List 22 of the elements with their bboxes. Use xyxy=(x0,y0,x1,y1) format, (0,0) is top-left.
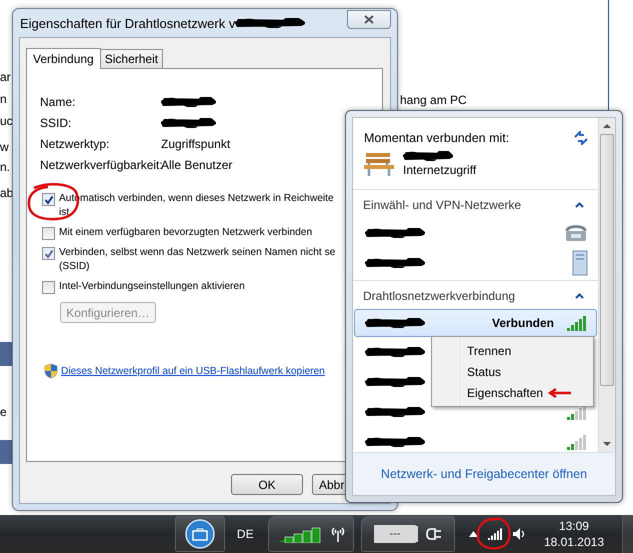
text-fragment: w xyxy=(0,140,9,154)
text-fragment: n xyxy=(0,92,7,106)
network-status: Verbunden xyxy=(492,316,554,330)
battery-indicator: --- xyxy=(374,525,416,543)
section-heading: Drahtlosnetzwerkverbindung xyxy=(363,289,516,303)
property-label: SSID: xyxy=(40,116,72,130)
window-title: Eigenschaften für Drahtlosnetzwerk v xyxy=(19,16,236,30)
text-fragment: hang am PC xyxy=(400,93,467,107)
property-label: Name: xyxy=(40,95,76,109)
connected-heading: Momentan verbunden mit: xyxy=(364,131,510,145)
checkbox-label: Intel-Verbindungseinstellungen aktivieren xyxy=(59,280,245,294)
text-fragment: ar xyxy=(0,70,11,84)
checkbox-label: Verbinden, selbst wenn das Netzwerk seinen Namen nicht se (SSID) xyxy=(59,246,336,274)
connection-status: Internetzugriff xyxy=(403,163,476,177)
property-label: Netzwerktyp: xyxy=(40,137,110,151)
property-label: Netzwerkverfügbarkeit: xyxy=(40,158,161,172)
text-fragment: uc xyxy=(0,114,13,128)
text-fragment: n. xyxy=(0,160,10,174)
section-heading: Einwähl- und VPN-Netzwerke xyxy=(363,198,522,212)
property-value: Alle Benutzer xyxy=(161,158,234,172)
checkbox-label: Mit einem verfügbaren bevorzugten Netzwerk verbinden xyxy=(59,226,312,240)
text-fragment: e xyxy=(0,405,7,419)
